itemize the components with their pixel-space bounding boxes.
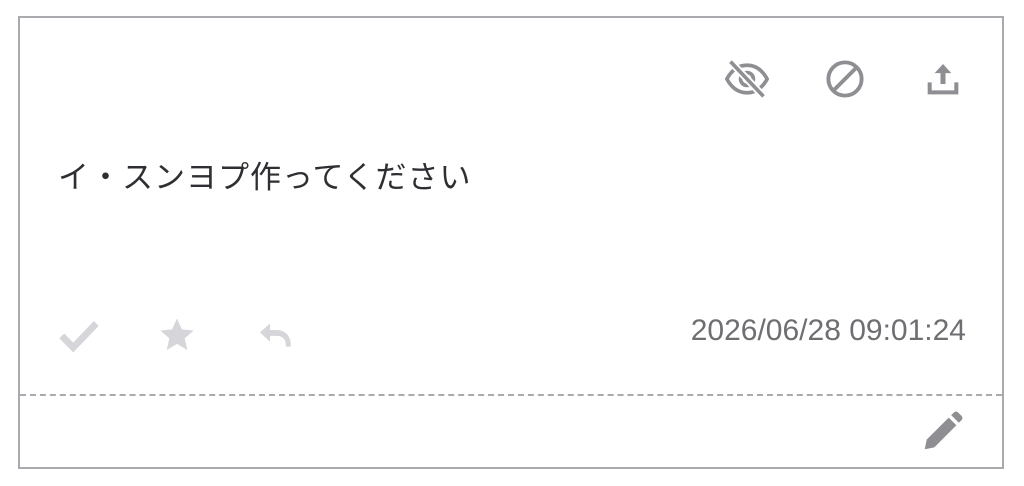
top-action-bar (724, 56, 966, 102)
message-text: イ・スンヨプ作ってください (58, 160, 472, 196)
reply-button[interactable] (252, 312, 298, 358)
hide-button[interactable] (724, 56, 770, 102)
footer-divider (20, 394, 1002, 396)
star-icon (160, 318, 194, 350)
reply-icon (260, 323, 291, 347)
star-button[interactable] (154, 312, 200, 358)
block-icon (826, 60, 864, 98)
edit-button[interactable] (918, 408, 966, 456)
check-button[interactable] (56, 312, 102, 358)
reaction-bar (56, 312, 298, 358)
message-timestamp: 2026/06/28 09:01:24 (690, 314, 966, 347)
upload-icon (927, 64, 959, 95)
block-button[interactable] (822, 56, 868, 102)
check-icon (59, 321, 99, 353)
share-button[interactable] (920, 56, 966, 102)
eye-off-icon (725, 59, 769, 99)
message-card: イ・スンヨプ作ってください 2026/06/28 09:01:24 (18, 16, 1004, 469)
pencil-icon (924, 411, 963, 450)
